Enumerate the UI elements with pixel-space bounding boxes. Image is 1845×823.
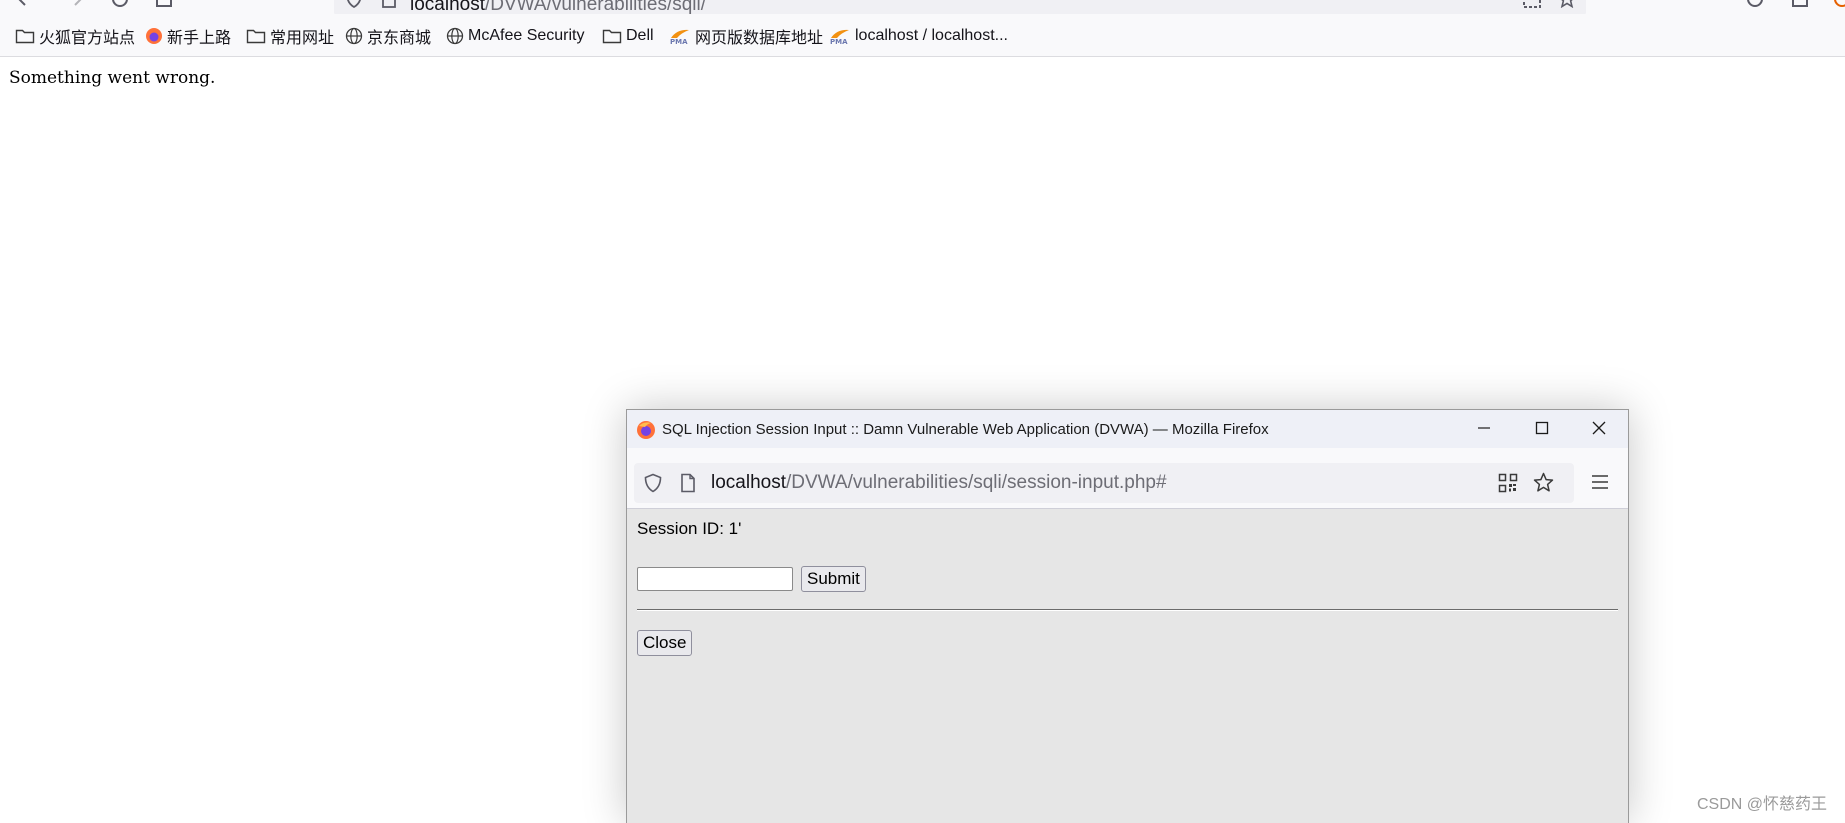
close-window-button[interactable]: [1570, 410, 1628, 446]
folder-icon: [15, 29, 35, 44]
bookmark-item[interactable]: 火狐官方站点: [15, 26, 136, 47]
bookmark-item[interactable]: McAfee Security: [446, 26, 584, 46]
bookmark-label: 京东商城: [367, 30, 432, 47]
bookmark-label: 常用网址: [270, 30, 335, 47]
session-id-text: Session ID: 1': [637, 519, 742, 538]
bookmark-star-icon[interactable]: [1533, 472, 1554, 498]
firefox-icon: [146, 28, 162, 44]
bookmark-item[interactable]: 新手上路: [145, 26, 232, 47]
qr-code-icon[interactable]: [1523, 0, 1541, 8]
page-icon: [380, 0, 398, 8]
bookmark-label: localhost / localhost...: [855, 27, 1008, 44]
qr-code-icon[interactable]: [1498, 473, 1518, 498]
bookmark-label: 网页版数据库地址: [695, 30, 824, 47]
address-text[interactable]: localhost/DVWA/vulnerabilities/sqli/: [410, 0, 706, 14]
tabs-grid-icon[interactable]: [155, 0, 173, 8]
close-icon: [1592, 421, 1606, 435]
shield-icon[interactable]: [643, 473, 663, 498]
svg-text:PMA: PMA: [670, 38, 688, 45]
hamburger-menu-icon[interactable]: [1591, 474, 1609, 495]
minimize-button[interactable]: [1455, 410, 1513, 446]
popup-window: SQL Injection Session Input :: Damn Vuln…: [626, 409, 1629, 823]
extensions-icon[interactable]: [1791, 0, 1809, 8]
bookmark-item[interactable]: PMA localhost / localhost...: [829, 26, 1008, 46]
firefox-icon: [636, 420, 656, 445]
bookmark-item[interactable]: 京东商城: [345, 26, 432, 47]
maximize-icon: [1535, 421, 1549, 435]
maximize-button[interactable]: [1513, 410, 1571, 446]
reload-icon[interactable]: [111, 0, 129, 8]
menu-partial-icon[interactable]: [1833, 0, 1845, 8]
phpmyadmin-icon: PMA: [830, 29, 849, 45]
popup-address-bar[interactable]: localhost/DVWA/vulnerabilities/sqli/sess…: [634, 463, 1574, 503]
bookmark-item[interactable]: Dell: [602, 26, 654, 46]
submit-button[interactable]: Submit: [801, 566, 866, 592]
globe-icon: [345, 27, 363, 45]
url-path: /DVWA/vulnerabilities/sqli/: [485, 0, 707, 14]
account-icon[interactable]: [1746, 0, 1764, 8]
folder-icon: [602, 29, 622, 44]
error-message: Something went wrong.: [9, 68, 216, 88]
browser-toolbar: localhost/DVWA/vulnerabilities/sqli/: [0, 0, 1845, 14]
bookmark-star-icon[interactable]: [1558, 0, 1576, 9]
bookmark-label: 火狐官方站点: [39, 30, 136, 47]
bookmark-label: Dell: [626, 27, 654, 44]
bookmarks-toolbar: 火狐官方站点 新手上路 常用网址 京东商城 McAfee Security De…: [0, 14, 1845, 57]
close-button[interactable]: Close: [637, 630, 693, 656]
minimize-icon: [1478, 427, 1490, 429]
url-host: localhost: [711, 472, 786, 493]
svg-text:PMA: PMA: [830, 38, 848, 45]
bookmark-item[interactable]: PMA 网页版数据库地址: [669, 26, 824, 47]
divider: [637, 609, 1618, 611]
bookmark-item[interactable]: 常用网址: [246, 26, 335, 47]
session-id-input[interactable]: [637, 567, 793, 591]
forward-arrow-icon[interactable]: [68, 0, 86, 8]
page-icon: [678, 473, 698, 498]
globe-icon: [446, 27, 464, 45]
shield-icon[interactable]: [345, 0, 363, 9]
url-path: /DVWA/vulnerabilities/sqli/session-input…: [786, 472, 1167, 493]
popup-address-text[interactable]: localhost/DVWA/vulnerabilities/sqli/sess…: [711, 472, 1167, 494]
popup-titlebar[interactable]: SQL Injection Session Input :: Damn Vuln…: [627, 410, 1628, 448]
popup-content: Session ID: 1' Submit Close: [627, 509, 1628, 823]
url-host: localhost: [410, 0, 485, 14]
back-arrow-icon[interactable]: [14, 0, 32, 8]
watermark: CSDN @怀慈药王: [1696, 796, 1827, 813]
popup-title: SQL Injection Session Input :: Damn Vuln…: [662, 421, 1269, 438]
bookmark-label: 新手上路: [167, 30, 232, 47]
popup-navbar: localhost/DVWA/vulnerabilities/sqli/sess…: [627, 448, 1628, 509]
folder-icon: [246, 29, 266, 44]
bookmark-label: McAfee Security: [468, 27, 585, 44]
phpmyadmin-icon: PMA: [670, 29, 689, 45]
